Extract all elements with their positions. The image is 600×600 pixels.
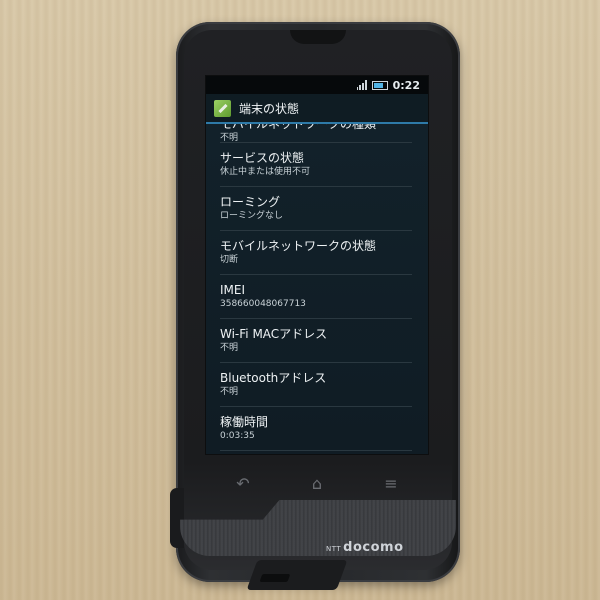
item-label: ローミング (220, 195, 281, 209)
item-label: モバイルネットワークの状態 (220, 239, 377, 253)
brand-name: docomo (343, 540, 404, 555)
brand-prefix: NTT (326, 545, 342, 553)
item-value: 不明 (220, 387, 239, 397)
status-clock: 0:22 (392, 78, 420, 92)
page-title: 端末の状態 (239, 101, 300, 116)
item-value: 不明 (220, 343, 239, 353)
list-item-network-state[interactable]: モバイルネットワークの状態 切断 (220, 231, 412, 275)
item-value: 休止中または使用不可 (220, 167, 311, 177)
strap (246, 560, 348, 590)
list-item-service-state[interactable]: サービスの状態 休止中または使用不可 (220, 143, 412, 187)
menu-icon[interactable]: ≡ (379, 471, 403, 495)
item-label: モバイルネットワークの種類 (220, 124, 377, 131)
phone-notch (290, 30, 346, 44)
item-label: Wi-Fi MACアドレス (220, 327, 328, 341)
item-value: 358660048067713 (220, 299, 306, 309)
navigation-bar: ↶ ⌂ ≡ (206, 468, 428, 498)
strap-hook (170, 488, 184, 548)
list-item-uptime[interactable]: 稼働時間 0:03:35 (220, 407, 412, 451)
list-item-wifi-mac[interactable]: Wi-Fi MACアドレス 不明 (220, 319, 412, 363)
list-item-bluetooth[interactable]: Bluetoothアドレス 不明 (220, 363, 412, 407)
status-list[interactable]: モバイルネットワークの種類 不明 サービスの状態 休止中または使用不可 ローミン… (206, 124, 428, 451)
item-label: IMEI (220, 283, 246, 297)
list-item-network-type[interactable]: モバイルネットワークの種類 不明 (220, 124, 412, 143)
status-bar: 0:22 (206, 76, 428, 94)
back-arrow-icon[interactable]: ↶ (231, 471, 255, 495)
list-item-roaming[interactable]: ローミング ローミングなし (220, 187, 412, 231)
item-value: ローミングなし (220, 211, 284, 221)
item-value: 切断 (220, 255, 239, 265)
item-value: 0:03:35 (220, 431, 255, 441)
wrench-icon (214, 99, 231, 117)
battery-icon (371, 80, 388, 90)
item-value: 不明 (220, 133, 239, 143)
list-item-imei[interactable]: IMEI 358660048067713 (220, 275, 412, 319)
signal-icon (356, 80, 367, 90)
item-label: Bluetoothアドレス (220, 371, 327, 385)
phone-screen: 0:22 端末の状態 モバイルネットワークの種類 不明 サービスの状態 休止中ま… (206, 76, 428, 454)
brand-logo: NTT docomo (326, 540, 404, 555)
title-bar: 端末の状態 (206, 94, 428, 124)
item-label: 稼働時間 (220, 415, 269, 429)
item-label: サービスの状態 (220, 151, 305, 165)
home-icon[interactable]: ⌂ (305, 471, 329, 495)
